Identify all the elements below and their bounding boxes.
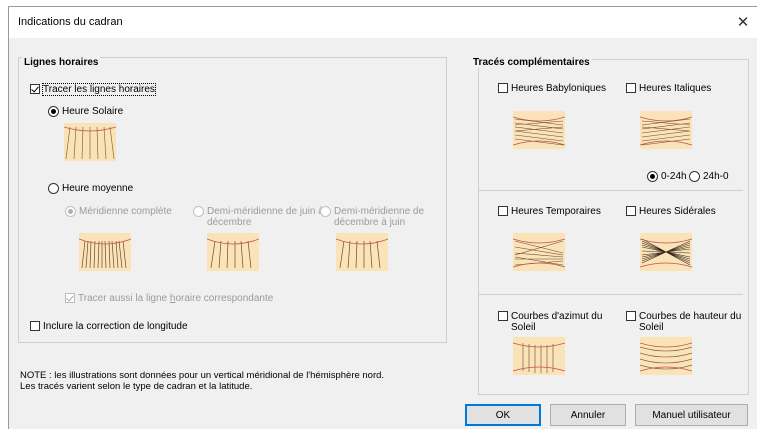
ok-button[interactable]: OK [465, 404, 541, 426]
r0-24-dot[interactable] [647, 171, 658, 182]
lignes-horaires-legend: Lignes horaires [22, 57, 101, 68]
heure-moyenne-dot[interactable] [48, 183, 59, 194]
demi-juin-dec-dot[interactable] [193, 206, 204, 217]
siderales-label: Heures Sidérales [639, 206, 716, 217]
manuel-utilisateur-button[interactable]: Manuel utilisateur [635, 404, 748, 426]
heure-solaire-dot[interactable] [48, 106, 59, 117]
title-bar: Indications du cadran ✕ [9, 7, 757, 38]
hauteur-box[interactable] [626, 311, 636, 321]
babyloniques-checkbox[interactable]: Heures Babyloniques [498, 83, 606, 94]
separator-1 [479, 190, 743, 191]
inclure-correction-box[interactable] [30, 321, 40, 331]
siderales-thumbnail [640, 233, 692, 271]
demi-juin-dec-thumbnail [207, 233, 259, 271]
demi-dec-juin-dot[interactable] [320, 206, 331, 217]
tracer-aussi-box[interactable] [65, 293, 75, 303]
italiques-thumbnail [640, 111, 692, 149]
inclure-correction-checkbox[interactable]: Inclure la correction de longitude [30, 321, 188, 332]
tracer-lignes-label: Tracer les lignes horaires [42, 83, 156, 96]
r24-0-radio[interactable]: 24h-0 [689, 171, 729, 182]
babyloniques-box[interactable] [498, 83, 508, 93]
tracer-aussi-label: Tracer aussi la ligne horaire correspond… [78, 293, 274, 304]
azimut-checkbox[interactable]: Courbes d'azimut du Soleil [498, 311, 602, 333]
temporaires-label: Heures Temporaires [511, 206, 601, 217]
azimut-box[interactable] [498, 311, 508, 321]
separator-2 [479, 294, 743, 295]
r24-0-label: 24h-0 [703, 171, 729, 182]
temporaires-checkbox[interactable]: Heures Temporaires [498, 206, 601, 217]
babyloniques-thumbnail [513, 111, 565, 149]
meridienne-complete-label: Méridienne complète [79, 206, 172, 217]
annuler-button[interactable]: Annuler [550, 404, 626, 426]
meridienne-complete-radio[interactable]: Méridienne complète [65, 206, 172, 217]
demi-dec-juin-radio[interactable]: Demi-méridienne de décembre à juin [320, 206, 424, 228]
tracer-aussi-checkbox[interactable]: Tracer aussi la ligne horaire correspond… [65, 293, 273, 304]
note-line-1: NOTE : les illustrations sont données po… [20, 370, 385, 381]
azimut-thumbnail [513, 337, 565, 375]
heure-solaire-label: Heure Solaire [62, 106, 124, 117]
temporaires-thumbnail [513, 233, 565, 271]
tracer-lignes-checkbox[interactable]: Tracer les lignes horaires [30, 83, 156, 96]
dialog-window: Indications du cadran ✕ Lignes horaires … [8, 6, 757, 429]
window-title: Indications du cadran [18, 16, 123, 28]
inclure-correction-label: Inclure la correction de longitude [43, 321, 188, 332]
italiques-box[interactable] [626, 83, 636, 93]
meridienne-complete-dot[interactable] [65, 206, 76, 217]
r24-0-dot[interactable] [689, 171, 700, 182]
note-text: NOTE : les illustrations sont données po… [20, 370, 384, 392]
meridienne-complete-thumbnail [79, 233, 131, 271]
siderales-box[interactable] [626, 206, 636, 216]
r0-24-label: 0-24h [661, 171, 687, 182]
traces-complementaires-legend: Tracés complémentaires [471, 57, 592, 68]
demi-juin-dec-radio[interactable]: Demi-méridienne de juin à décembre [193, 206, 324, 228]
heure-solaire-radio[interactable]: Heure Solaire [48, 106, 123, 117]
demi-dec-juin-thumbnail [336, 233, 388, 271]
italiques-checkbox[interactable]: Heures Italiques [626, 83, 711, 94]
hauteur-checkbox[interactable]: Courbes de hauteur du Soleil [626, 311, 741, 333]
tracer-lignes-box[interactable] [30, 84, 40, 94]
close-icon[interactable]: ✕ [733, 13, 753, 33]
hauteur-thumbnail [640, 337, 692, 375]
azimut-label: Courbes d'azimut du Soleil [511, 311, 603, 333]
r0-24-radio[interactable]: 0-24h [647, 171, 687, 182]
siderales-checkbox[interactable]: Heures Sidérales [626, 206, 716, 217]
temporaires-box[interactable] [498, 206, 508, 216]
heure-moyenne-label: Heure moyenne [62, 183, 134, 194]
heure-solaire-thumbnail [64, 123, 116, 161]
italiques-label: Heures Italiques [639, 83, 712, 94]
heure-moyenne-radio[interactable]: Heure moyenne [48, 183, 133, 194]
note-line-2: Les tracés varient selon le type de cadr… [20, 381, 253, 392]
demi-dec-juin-label: Demi-méridienne de décembre à juin [334, 206, 425, 228]
demi-juin-dec-label: Demi-méridienne de juin à décembre [207, 206, 324, 228]
babyloniques-label: Heures Babyloniques [511, 83, 607, 94]
hauteur-label: Courbes de hauteur du Soleil [639, 311, 742, 333]
